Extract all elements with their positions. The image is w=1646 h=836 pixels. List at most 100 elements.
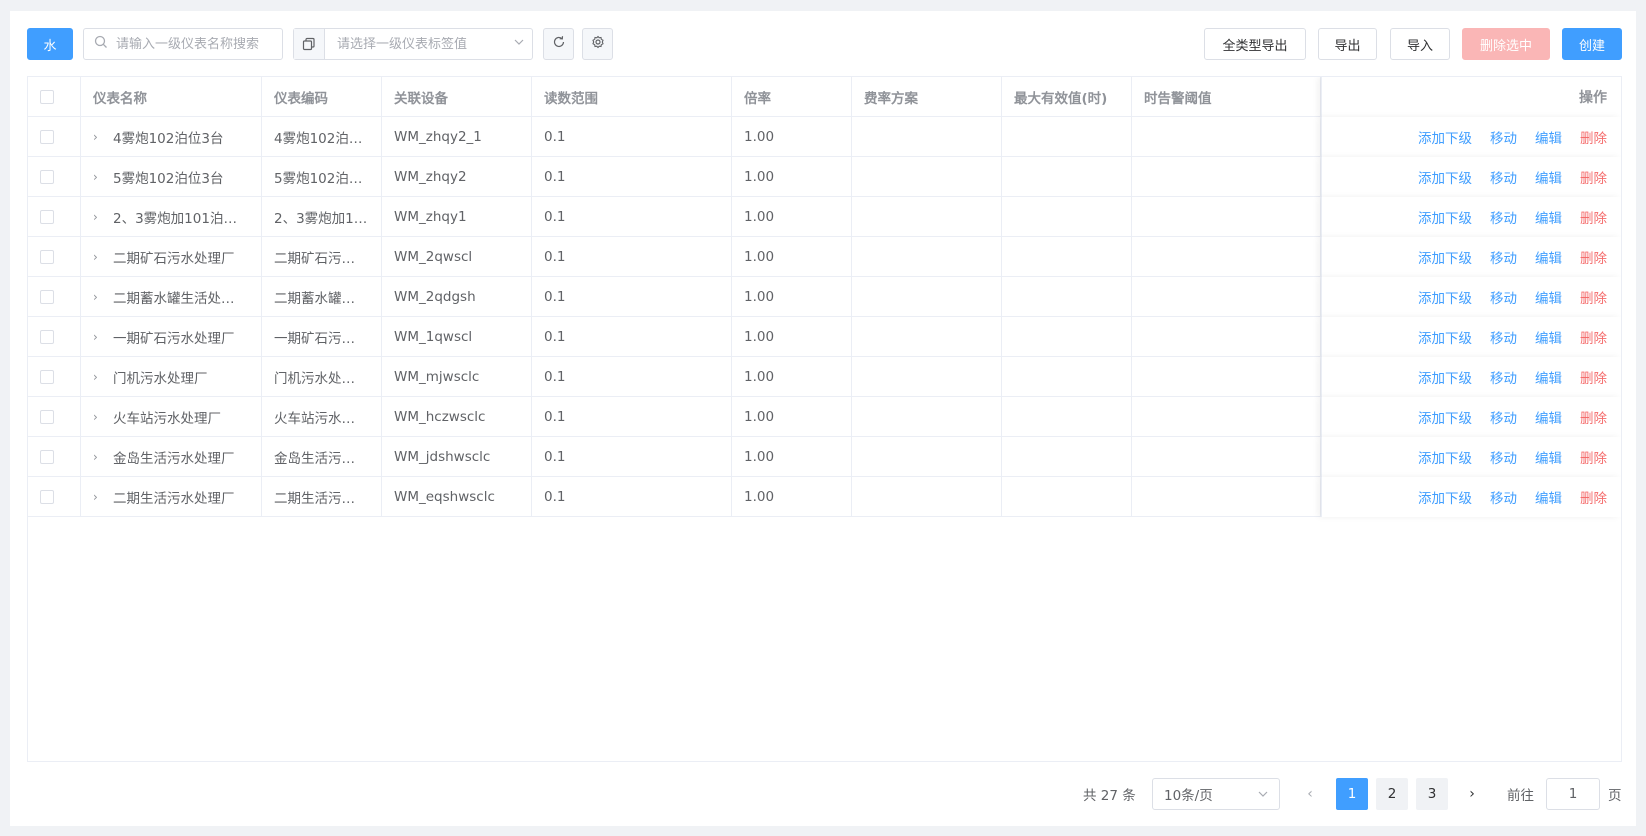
tag-select-input[interactable]: [337, 36, 507, 52]
edit-link[interactable]: 编辑: [1535, 367, 1562, 387]
export-button[interactable]: 导出: [1318, 28, 1377, 60]
delete-link[interactable]: 删除: [1580, 487, 1607, 507]
move-link[interactable]: 移动: [1490, 447, 1517, 467]
move-link[interactable]: 移动: [1490, 487, 1517, 507]
add-child-link[interactable]: 添加下级: [1418, 247, 1472, 267]
column-header: 读数范围: [532, 77, 732, 117]
column-header-actions: 操作: [1321, 77, 1621, 117]
delete-selected-button[interactable]: 删除选中: [1462, 28, 1550, 60]
settings-button[interactable]: [582, 28, 613, 60]
edit-link[interactable]: 编辑: [1535, 287, 1562, 307]
row-select-cell[interactable]: [28, 317, 81, 357]
row-select-cell[interactable]: [28, 197, 81, 237]
move-link[interactable]: 移动: [1490, 167, 1517, 187]
create-button[interactable]: 创建: [1562, 28, 1622, 60]
edit-link[interactable]: 编辑: [1535, 207, 1562, 227]
search-box[interactable]: [83, 28, 283, 60]
expand-chevron-icon[interactable]: ›: [93, 330, 107, 344]
edit-link[interactable]: 编辑: [1535, 487, 1562, 507]
export-all-button[interactable]: 全类型导出: [1204, 28, 1306, 60]
row-select-cell[interactable]: [28, 357, 81, 397]
row-select-cell[interactable]: [28, 117, 81, 157]
row-checkbox[interactable]: [40, 450, 54, 464]
move-link[interactable]: 移动: [1490, 207, 1517, 227]
delete-link[interactable]: 删除: [1580, 287, 1607, 307]
move-link[interactable]: 移动: [1490, 367, 1517, 387]
row-select-cell[interactable]: [28, 437, 81, 477]
expand-chevron-icon[interactable]: ›: [93, 210, 107, 224]
row-select-cell[interactable]: [28, 477, 81, 517]
expand-chevron-icon[interactable]: ›: [93, 250, 107, 264]
add-child-link[interactable]: 添加下级: [1418, 327, 1472, 347]
refresh-button[interactable]: [543, 28, 574, 60]
tag-select[interactable]: [293, 28, 533, 60]
expand-chevron-icon[interactable]: ›: [93, 410, 107, 424]
move-link[interactable]: 移动: [1490, 327, 1517, 347]
move-link[interactable]: 移动: [1490, 287, 1517, 307]
copy-icon[interactable]: [294, 29, 325, 59]
row-checkbox[interactable]: [40, 130, 54, 144]
row-actions: 添加下级 移动 编辑 删除: [1321, 397, 1621, 437]
cell-rate-text: 1.00: [744, 209, 775, 225]
goto-page-input[interactable]: [1546, 778, 1600, 810]
row-checkbox[interactable]: [40, 250, 54, 264]
row-checkbox[interactable]: [40, 170, 54, 184]
add-child-link[interactable]: 添加下级: [1418, 487, 1472, 507]
row-checkbox[interactable]: [40, 410, 54, 424]
select-all-checkbox[interactable]: [40, 90, 54, 104]
edit-link[interactable]: 编辑: [1535, 167, 1562, 187]
row-select-cell[interactable]: [28, 237, 81, 277]
next-page-button[interactable]: ›: [1460, 778, 1484, 810]
delete-link[interactable]: 删除: [1580, 207, 1607, 227]
add-child-link[interactable]: 添加下级: [1418, 367, 1472, 387]
expand-chevron-icon[interactable]: ›: [93, 490, 107, 504]
cell-device-text: WM_1qwscl: [394, 329, 473, 345]
delete-link[interactable]: 删除: [1580, 367, 1607, 387]
add-child-link[interactable]: 添加下级: [1418, 127, 1472, 147]
expand-chevron-icon[interactable]: ›: [93, 370, 107, 384]
expand-chevron-icon[interactable]: ›: [93, 130, 107, 144]
row-checkbox[interactable]: [40, 330, 54, 344]
expand-chevron-icon[interactable]: ›: [93, 450, 107, 464]
page-button-3[interactable]: 3: [1416, 778, 1448, 810]
edit-link[interactable]: 编辑: [1535, 327, 1562, 347]
prev-page-button[interactable]: ‹: [1298, 778, 1322, 810]
page-button-1[interactable]: 1: [1336, 778, 1368, 810]
delete-link[interactable]: 删除: [1580, 327, 1607, 347]
add-child-link[interactable]: 添加下级: [1418, 167, 1472, 187]
row-select-cell[interactable]: [28, 157, 81, 197]
row-checkbox[interactable]: [40, 370, 54, 384]
delete-link[interactable]: 删除: [1580, 407, 1607, 427]
delete-link[interactable]: 删除: [1580, 447, 1607, 467]
page-button-2[interactable]: 2: [1376, 778, 1408, 810]
edit-link[interactable]: 编辑: [1535, 127, 1562, 147]
add-child-link[interactable]: 添加下级: [1418, 207, 1472, 227]
delete-link[interactable]: 删除: [1580, 167, 1607, 187]
edit-link[interactable]: 编辑: [1535, 247, 1562, 267]
row-select-cell[interactable]: [28, 277, 81, 317]
edit-link[interactable]: 编辑: [1535, 447, 1562, 467]
edit-link[interactable]: 编辑: [1535, 407, 1562, 427]
cell-alarm: [1132, 117, 1321, 157]
expand-chevron-icon[interactable]: ›: [93, 170, 107, 184]
row-checkbox[interactable]: [40, 210, 54, 224]
delete-link[interactable]: 删除: [1580, 247, 1607, 267]
add-child-link[interactable]: 添加下级: [1418, 447, 1472, 467]
add-child-link[interactable]: 添加下级: [1418, 287, 1472, 307]
move-link[interactable]: 移动: [1490, 247, 1517, 267]
row-checkbox[interactable]: [40, 490, 54, 504]
expand-chevron-icon[interactable]: ›: [93, 290, 107, 304]
row-select-cell[interactable]: [28, 397, 81, 437]
table-header: 仪表名称 仪表编码 关联设备 读数范围 倍率 费率方案 最大有效值(时) 时告警…: [28, 77, 1621, 117]
water-type-button[interactable]: 水: [27, 28, 73, 60]
import-button[interactable]: 导入: [1390, 28, 1450, 60]
page-size-select[interactable]: 10条/页: [1152, 778, 1280, 810]
move-link[interactable]: 移动: [1490, 127, 1517, 147]
header-select-all[interactable]: [28, 77, 81, 117]
add-child-link[interactable]: 添加下级: [1418, 407, 1472, 427]
delete-link[interactable]: 删除: [1580, 127, 1607, 147]
row-checkbox[interactable]: [40, 290, 54, 304]
cell-device: WM_eqshwsclc: [382, 477, 532, 517]
search-input[interactable]: [116, 36, 276, 52]
move-link[interactable]: 移动: [1490, 407, 1517, 427]
